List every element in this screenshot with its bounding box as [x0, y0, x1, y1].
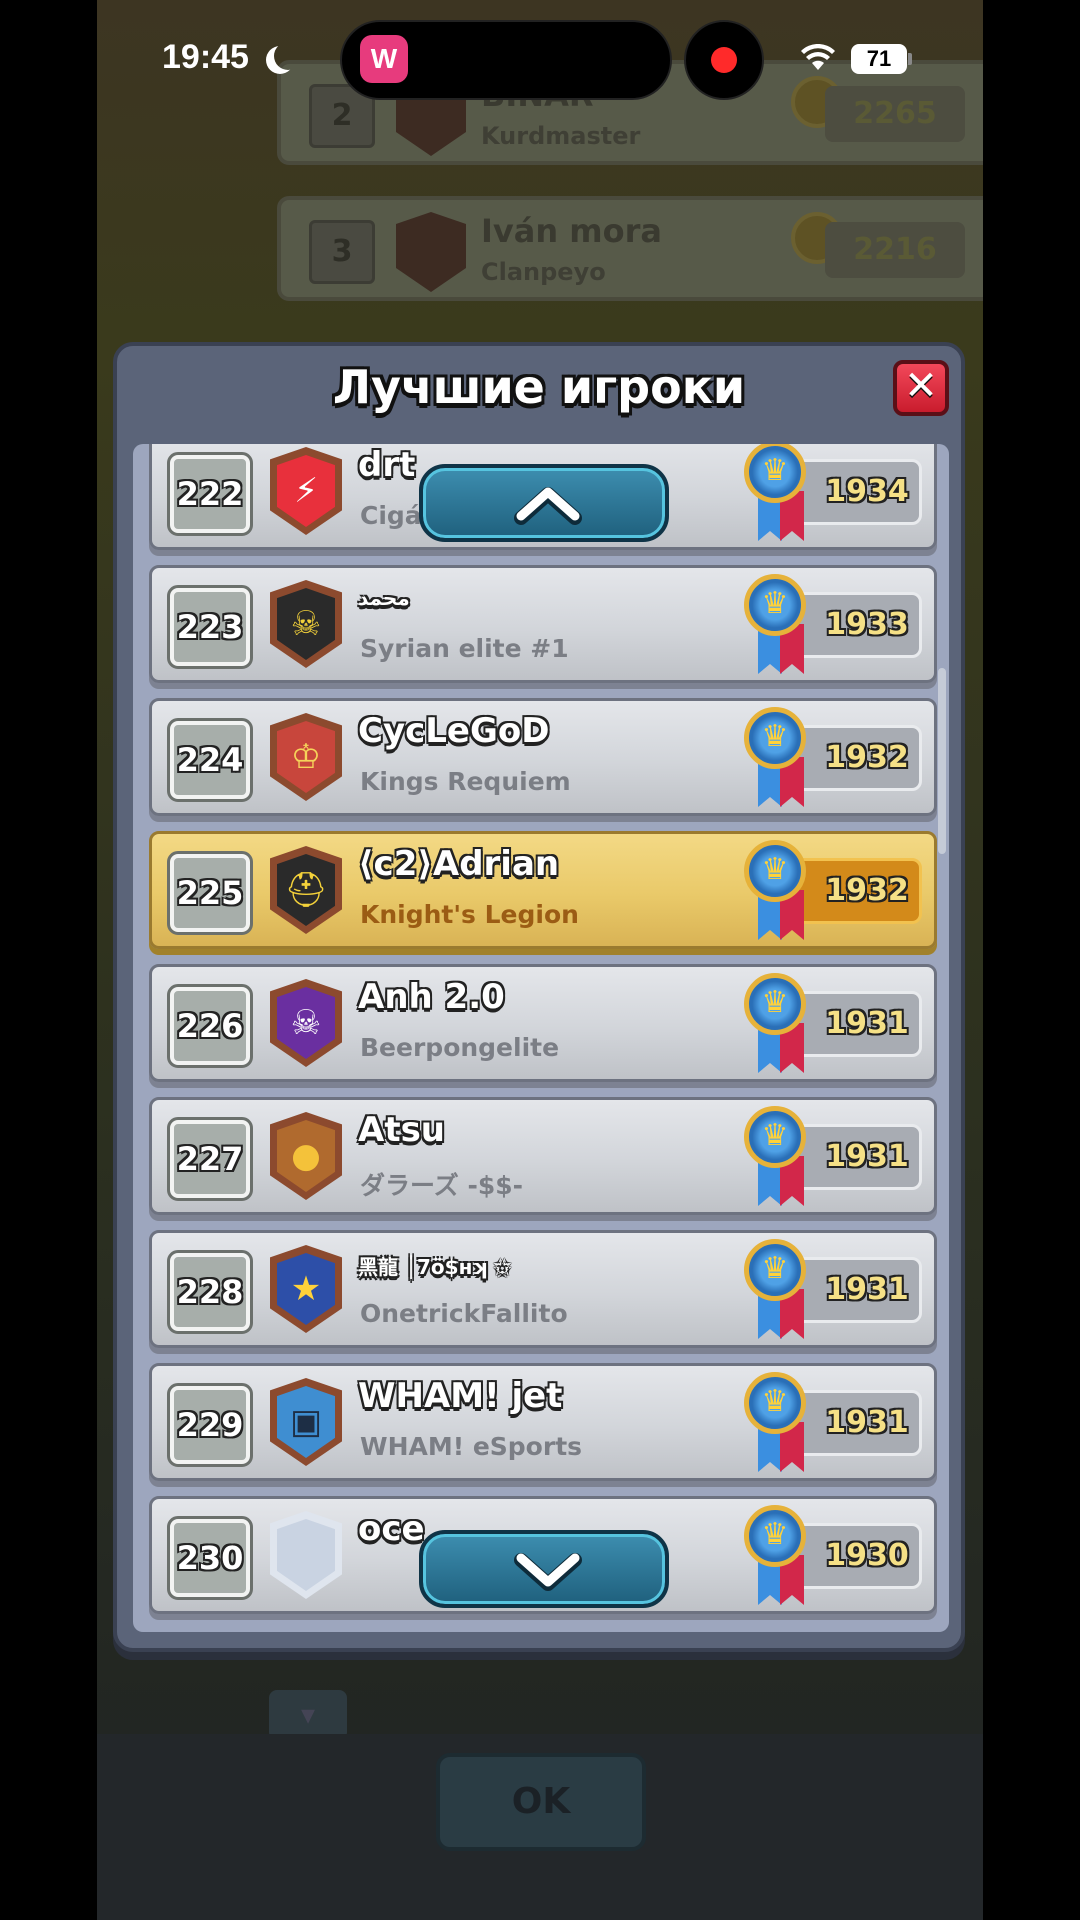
- scrollbar[interactable]: [938, 668, 946, 854]
- leaderboard-row[interactable]: 225 ⛑ ⟨c2⟩Adrian Knight's Legion 1932 ♛: [149, 831, 937, 949]
- top-players-dialog: Лучшие игроки ✕ 222 ⚡ drt Cigá 1934 ♛ 223 ☠ محمد…: [113, 342, 965, 1652]
- status-time: 19:45: [162, 38, 249, 76]
- rank-badge: 222: [167, 452, 253, 536]
- leaderboard-row[interactable]: 223 ☠ محمد Syrian elite #1 1933 ♛: [149, 565, 937, 683]
- purple-skull-icon: ☠: [277, 987, 335, 1059]
- rank-badge: 229: [167, 1383, 253, 1467]
- clan-badge-helmet-icon: ▣: [270, 1378, 342, 1466]
- trophy-count: 1934: [792, 459, 922, 525]
- battery-tip: [908, 53, 912, 65]
- chevron-up-icon: [514, 487, 582, 525]
- trophy-count: 1933: [792, 592, 922, 658]
- player-list[interactable]: 222 ⚡ drt Cigá 1934 ♛ 223 ☠ محمد Syrian elite #1 1…: [133, 444, 949, 1632]
- crown-medal-icon: ♛: [744, 1239, 806, 1301]
- trophy-count: 1931: [792, 1124, 922, 1190]
- crown-medal-icon: ♛: [744, 840, 806, 902]
- player-name: Atsu: [358, 1110, 446, 1150]
- wifi-icon: [801, 44, 835, 70]
- crown-medal-icon: ♛: [744, 707, 806, 769]
- crown-medal-icon: ♛: [744, 1106, 806, 1168]
- crown-medal-icon: ♛: [744, 1505, 806, 1567]
- clan-name: Syrian elite #1: [360, 634, 569, 663]
- leaderboard-row[interactable]: 228 ★ 黑龍 │7ö$нʞ ✩ OnetrickFallito 1931 ♛: [149, 1230, 937, 1348]
- clan-badge-empty-shield-icon: [270, 1511, 342, 1599]
- chevron-down-icon: [514, 1553, 582, 1591]
- clan-name: WHAM! eSports: [360, 1432, 583, 1461]
- rank-badge: 225: [167, 851, 253, 935]
- crown-medal-icon: ♛: [744, 444, 806, 503]
- player-name: drt: [358, 445, 416, 485]
- knight-helmet-icon: ⛑: [277, 854, 335, 926]
- bg-down-arrow-icon: ▾: [269, 1690, 347, 1740]
- clan-name: OnetrickFallito: [360, 1299, 568, 1328]
- player-name: oce: [358, 1509, 425, 1549]
- trophy-count: 1931: [792, 991, 922, 1057]
- rank-badge: 226: [167, 984, 253, 1068]
- player-name: 黑龍 │7ö$нʞ ✩: [358, 1255, 511, 1279]
- clan-badge-lightning-icon: ⚡: [270, 447, 342, 535]
- clan-badge-gold-coin-icon: ●: [270, 1112, 342, 1200]
- gold-coin-icon: ●: [277, 1120, 335, 1192]
- ok-button[interactable]: OK: [436, 1753, 646, 1851]
- clan-name: Beerpongelite: [360, 1033, 560, 1062]
- trophy-count: 1932: [792, 725, 922, 791]
- app-icon[interactable]: W: [360, 35, 408, 83]
- rank-badge: 224: [167, 718, 253, 802]
- bg-clan-name: Kurdmaster: [481, 122, 641, 150]
- bg-trophies: 2265: [825, 86, 965, 142]
- crown-medal-icon: ♛: [744, 1372, 806, 1434]
- empty-shield-icon: [277, 1519, 335, 1591]
- rank-badge: 223: [167, 585, 253, 669]
- rank-badge: 230: [167, 1516, 253, 1600]
- king-face-icon: ♔: [277, 721, 335, 793]
- trophy-count: 1932: [792, 858, 922, 924]
- record-dot-icon: [711, 47, 737, 73]
- player-name: Anh 2.0: [358, 977, 505, 1017]
- star-icon: ★: [277, 1253, 335, 1325]
- clan-badge-king-face-icon: ♔: [270, 713, 342, 801]
- rank-badge: 227: [167, 1117, 253, 1201]
- bg-trophies: 2216: [825, 222, 965, 278]
- clan-badge-star-icon: ★: [270, 1245, 342, 1333]
- trophy-count: 1931: [792, 1390, 922, 1456]
- clan-name: Knight's Legion: [360, 900, 579, 929]
- clan-name: ダラーズ -$$-: [360, 1171, 523, 1200]
- scroll-down-button[interactable]: [419, 1530, 669, 1608]
- battery-icon: 71: [851, 44, 907, 74]
- skull-icon: ☠: [277, 588, 335, 660]
- bg-player-name: Iván mora: [481, 212, 662, 250]
- clan-name: Cigá: [360, 501, 422, 530]
- bg-clan-badge-icon: [396, 212, 466, 292]
- scroll-up-button[interactable]: [419, 464, 669, 542]
- dialog-title: Лучшие игроки: [332, 360, 746, 414]
- clan-badge-knight-helmet-icon: ⛑: [270, 846, 342, 934]
- rank-badge: 228: [167, 1250, 253, 1334]
- lightning-icon: ⚡: [277, 455, 335, 527]
- clan-badge-purple-skull-icon: ☠: [270, 979, 342, 1067]
- leaderboard-row[interactable]: 226 ☠ Anh 2.0 Beerpongelite 1931 ♛: [149, 964, 937, 1082]
- leaderboard-row[interactable]: 227 ● Atsu ダラーズ -$$- 1931 ♛: [149, 1097, 937, 1215]
- clan-name: Kings Requiem: [360, 767, 571, 796]
- player-name: CycLeGoD: [358, 711, 550, 751]
- moon-icon: [274, 42, 302, 70]
- trophy-count: 1930: [792, 1523, 922, 1589]
- leaderboard-row[interactable]: 224 ♔ CycLeGoD Kings Requiem 1932 ♛: [149, 698, 937, 816]
- leaderboard-row[interactable]: 229 ▣ WHAM! jet WHAM! eSports 1931 ♛: [149, 1363, 937, 1481]
- helmet-icon: ▣: [277, 1386, 335, 1458]
- player-name: WHAM! jet: [358, 1376, 563, 1416]
- bg-leaderboard-row: 3 Iván mora Clanpeyo 2216: [277, 196, 983, 301]
- close-button[interactable]: ✕: [893, 360, 949, 416]
- player-name: ⟨c2⟩Adrian: [358, 844, 560, 884]
- trophy-count: 1931: [792, 1257, 922, 1323]
- bg-clan-name: Clanpeyo: [481, 258, 606, 286]
- crown-medal-icon: ♛: [744, 574, 806, 636]
- crown-medal-icon: ♛: [744, 973, 806, 1035]
- clan-badge-skull-icon: ☠: [270, 580, 342, 668]
- bg-rank: 3: [309, 220, 375, 284]
- player-name: محمد: [358, 586, 410, 610]
